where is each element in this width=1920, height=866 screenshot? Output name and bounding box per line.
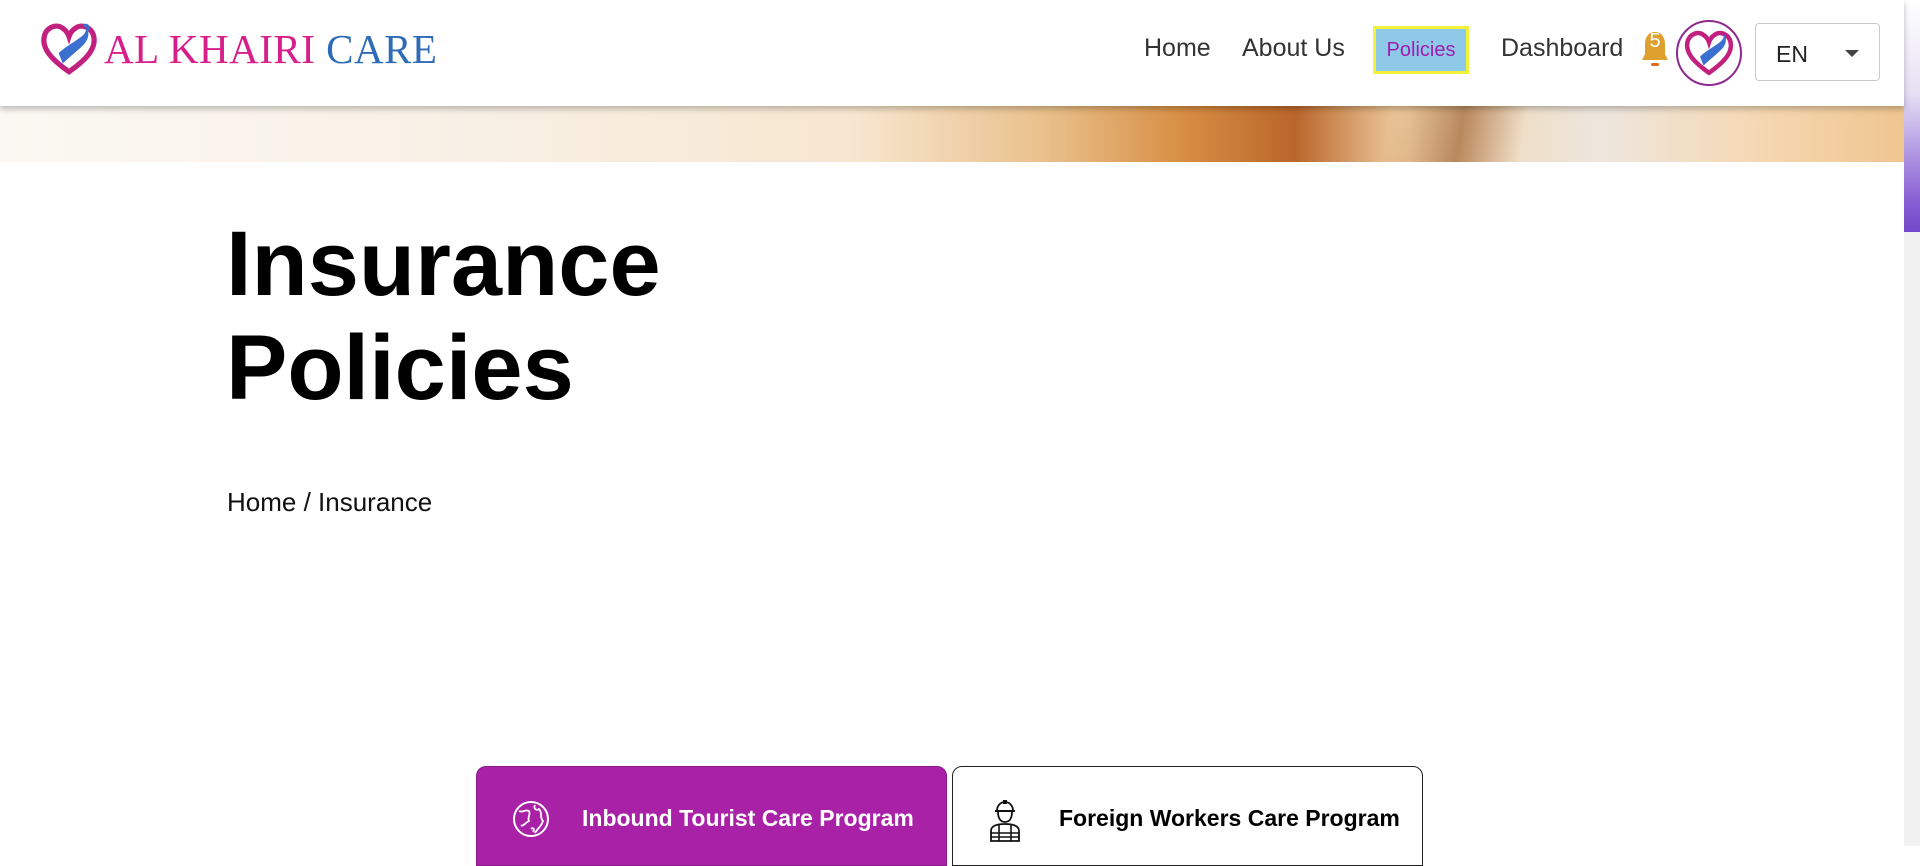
hero-banner-shade [1350, 106, 1550, 162]
site-header: AL KHAIRI CARE Home About Us Policies Da… [0, 0, 1904, 106]
worker-icon [990, 800, 1020, 842]
language-selected-value: EN [1776, 41, 1808, 67]
user-avatar[interactable] [1676, 20, 1742, 86]
globe-icon [513, 801, 549, 837]
hero-banner-image [0, 106, 1904, 162]
chevron-down-icon [1845, 50, 1859, 57]
nav-policies[interactable]: Policies [1373, 26, 1469, 74]
page-title: Insurance Policies [226, 212, 826, 420]
tab-label: Inbound Tourist Care Program [582, 805, 914, 831]
page-title-line2: Policies [226, 317, 574, 419]
nav-dashboard[interactable]: Dashboard [1501, 34, 1623, 63]
tab-foreign-workers-care[interactable]: Foreign Workers Care Program [952, 766, 1423, 866]
language-select[interactable]: EN [1755, 23, 1880, 81]
nav-about-us[interactable]: About Us [1242, 34, 1345, 63]
heart-hands-avatar-icon [1684, 30, 1734, 76]
notification-count-badge: 5 [1649, 30, 1661, 52]
breadcrumb: Home / Insurance [227, 487, 432, 518]
breadcrumb-separator: / [296, 487, 319, 517]
heart-hands-logo-icon [41, 23, 97, 75]
brand-name: AL KHAIRI CARE [104, 25, 438, 72]
scrollbar-thumb[interactable] [1904, 0, 1920, 232]
breadcrumb-current: Insurance [318, 487, 433, 517]
nav-home[interactable]: Home [1144, 34, 1211, 63]
tab-inbound-tourist-care[interactable]: Inbound Tourist Care Program [476, 766, 947, 866]
brand-logo[interactable]: AL KHAIRI CARE [38, 18, 437, 80]
breadcrumb-home-link[interactable]: Home [227, 487, 296, 517]
tab-label: Foreign Workers Care Program [1059, 805, 1400, 831]
page-title-line1: Insurance [226, 213, 661, 315]
